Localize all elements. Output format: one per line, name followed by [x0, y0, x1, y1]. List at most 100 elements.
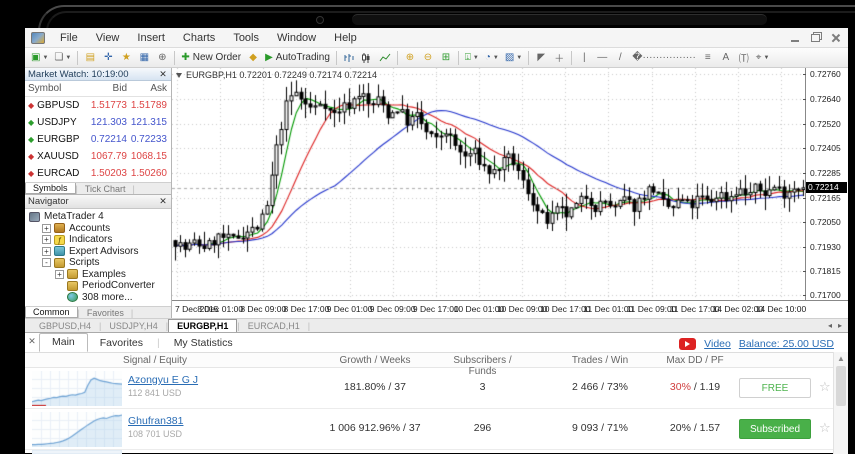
market-watch-tab-symbols[interactable]: Symbols — [25, 183, 76, 194]
video-link[interactable]: Video — [704, 338, 731, 350]
chart-tab-eurcad-h1[interactable]: EURCAD,H1 — [240, 319, 308, 332]
scroll-left-icon[interactable]: ◂ — [828, 321, 832, 330]
navigator-item-metatrader-4[interactable]: MetaTrader 4 — [25, 211, 171, 223]
fibonacci-icon[interactable]: �················ — [630, 50, 698, 66]
minimize-button[interactable] — [789, 32, 802, 43]
navigator-icon[interactable]: ★ — [118, 50, 134, 66]
indicators-button[interactable]: ⍗▼ — [463, 50, 481, 66]
navigator-tab-favorites[interactable]: Favorites — [80, 307, 131, 318]
new-order-button[interactable]: ✚New Order — [179, 50, 243, 66]
tree-expand-icon[interactable]: + — [55, 270, 64, 279]
navigator-item-periodconverter[interactable]: PeriodConverter — [25, 280, 171, 292]
vertical-line-icon[interactable]: | — [576, 50, 592, 66]
bar-chart-icon[interactable] — [341, 50, 357, 66]
market-watch-tab-tick-chart[interactable]: Tick Chart — [78, 183, 133, 194]
signal-name-link[interactable]: Ghufran381 — [128, 415, 183, 427]
terminal-scrollbar[interactable]: ▲ — [833, 352, 848, 454]
menu-charts[interactable]: Charts — [174, 30, 224, 46]
horizontal-line-icon[interactable]: — — [594, 50, 610, 66]
balance-link[interactable]: Balance: 25.00 USD — [739, 338, 834, 350]
video-play-icon[interactable] — [679, 338, 696, 350]
signal-name-cell: Azongyu E G J112 841 USD — [128, 374, 198, 398]
line-chart-icon[interactable] — [377, 50, 393, 66]
autotrading-button[interactable]: ▶AutoTrading — [263, 50, 332, 66]
market-watch-icon[interactable]: ▤ — [82, 50, 98, 66]
menu-tools[interactable]: Tools — [224, 30, 268, 46]
market-watch-row[interactable]: ◆XAUUSD1067.791068.15 — [25, 148, 171, 165]
crosshair-tool-icon[interactable]: ＋ — [551, 50, 567, 66]
tile-windows-icon[interactable]: ⊞ — [438, 50, 454, 66]
menu-help[interactable]: Help — [325, 30, 366, 46]
scrollbar-thumb[interactable] — [836, 366, 846, 406]
chart-tab-usdjpy-h4[interactable]: USDJPY,H4 — [101, 319, 165, 332]
chart-tab-gbpusd-h4[interactable]: GBPUSD,H4 — [31, 319, 99, 332]
menu-view[interactable]: View — [87, 30, 129, 46]
maxdd-value: 20% — [670, 422, 691, 434]
tab-separator: | — [155, 337, 162, 352]
market-watch-close-icon[interactable]: ✕ — [158, 69, 168, 80]
price-axis-label: 0.72285 — [810, 168, 841, 178]
navigator-header: Navigator ✕ — [25, 195, 171, 209]
terminal-tab-favorites[interactable]: Favorites — [88, 335, 155, 352]
navigator-item-308-more-[interactable]: 308 more... — [25, 292, 171, 304]
arrows-tool-button[interactable]: ⌖▼ — [754, 50, 772, 66]
metaeditor-icon[interactable]: ◆ — [245, 50, 261, 66]
chart-dropdown-icon[interactable] — [176, 73, 182, 78]
market-watch-tabs: Symbols|Tick Chart| — [25, 182, 171, 194]
tree-expand-icon[interactable]: + — [42, 235, 51, 244]
profiles-button[interactable]: ❏▼ — [52, 50, 73, 66]
strategy-tester-icon[interactable]: ⊕ — [154, 50, 170, 66]
navigator-item-scripts[interactable]: -Scripts — [25, 257, 171, 269]
navigator-tab-common[interactable]: Common — [25, 307, 78, 318]
navigator-item-indicators[interactable]: +ƒIndicators — [25, 234, 171, 246]
price-axis-tick — [803, 198, 806, 199]
maxdd-value: 30% — [670, 381, 691, 393]
favorite-star-icon[interactable]: ☆ — [819, 420, 831, 436]
tree-expand-icon[interactable]: - — [42, 258, 51, 267]
navigator-item-accounts[interactable]: +Accounts — [25, 223, 171, 235]
action-button[interactable]: Subscribed — [739, 419, 811, 439]
navigator-close-icon[interactable]: ✕ — [158, 196, 168, 207]
tree-expand-icon[interactable]: + — [42, 224, 51, 233]
market-watch-row[interactable]: ◆GBPUSD1.517731.51789 — [25, 97, 171, 114]
signal-name-link[interactable]: Azongyu E G J — [128, 374, 198, 386]
cursor-tool-icon[interactable]: ◤ — [533, 50, 549, 66]
menu-file[interactable]: File — [51, 30, 87, 46]
text-tool-icon[interactable]: A — [718, 50, 734, 66]
scroll-right-icon[interactable]: ▸ — [838, 321, 842, 330]
terminal-tab-my-statistics[interactable]: My Statistics — [162, 335, 245, 352]
trendline-icon[interactable]: / — [612, 50, 628, 66]
close-button[interactable] — [829, 32, 842, 43]
price-chart-canvas[interactable] — [172, 68, 805, 300]
terminal-tab-main[interactable]: Main — [39, 333, 88, 352]
market-watch-row[interactable]: ◆EURCAD1.502031.50260 — [25, 165, 171, 182]
zoom-out-icon[interactable]: ⊖ — [420, 50, 436, 66]
candlestick-icon[interactable] — [359, 50, 375, 66]
equity-sparkline[interactable] — [32, 412, 122, 447]
templates-button[interactable]: ▨▼ — [503, 50, 524, 66]
text-label-icon[interactable]: 🄣 — [736, 50, 752, 66]
direction-diamond-icon: ◆ — [28, 135, 34, 144]
data-window-icon[interactable]: ✛ — [100, 50, 116, 66]
restore-button[interactable] — [809, 32, 822, 43]
chart-tab-eurgbp-h1[interactable]: EURGBP,H1 — [168, 319, 237, 332]
scripts-icon — [67, 281, 78, 291]
indicators-icon: ƒ — [54, 235, 65, 245]
favorite-star-icon[interactable]: ☆ — [819, 379, 831, 395]
periods-button[interactable]: ◔▼ — [483, 50, 501, 66]
menu-insert[interactable]: Insert — [128, 30, 174, 46]
navigator-item-expert-advisors[interactable]: +Expert Advisors — [25, 246, 171, 258]
terminal-close-icon[interactable]: ✕ — [25, 336, 39, 347]
tree-expand-icon[interactable]: + — [42, 247, 51, 256]
menu-window[interactable]: Window — [268, 30, 325, 46]
scroll-up-icon[interactable]: ▲ — [834, 354, 848, 363]
equity-sparkline[interactable] — [32, 371, 122, 406]
navigator-item-examples[interactable]: +Examples — [25, 269, 171, 281]
market-watch-row[interactable]: ◆EURGBP0.722140.72233 — [25, 131, 171, 148]
equidistant-channel-icon[interactable]: ≡ — [700, 50, 716, 66]
zoom-in-icon[interactable]: ⊕ — [402, 50, 418, 66]
terminal-icon[interactable]: ▦ — [136, 50, 152, 66]
action-button[interactable]: FREE — [739, 378, 811, 398]
market-watch-row[interactable]: ◆USDJPY121.303121.315 — [25, 114, 171, 131]
new-chart-button[interactable]: ▣▼ — [29, 50, 50, 66]
